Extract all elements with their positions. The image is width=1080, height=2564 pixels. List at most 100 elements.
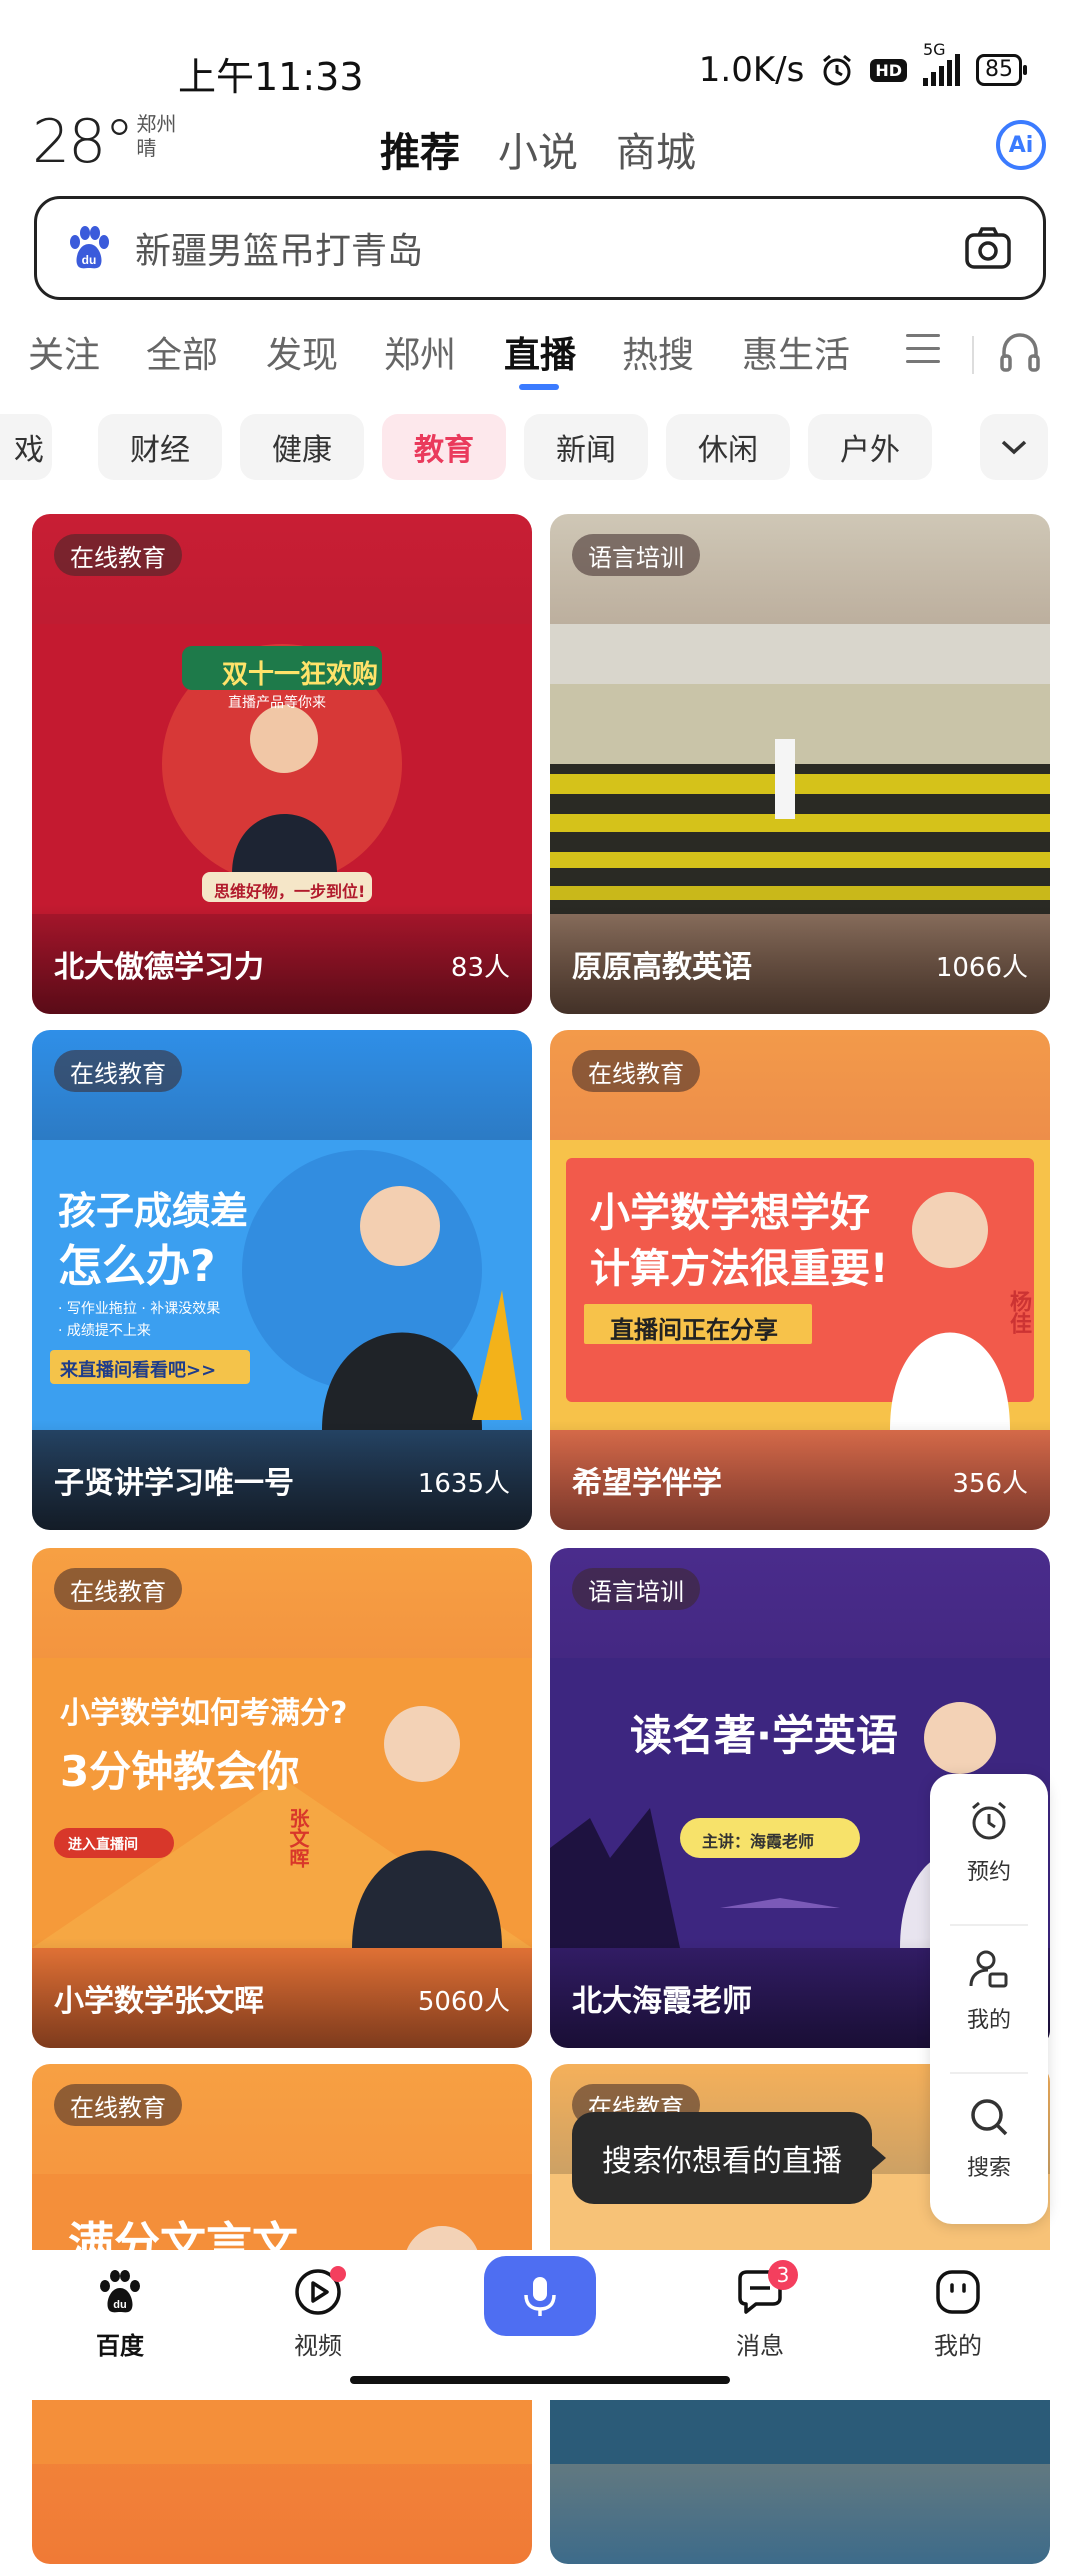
teacher-name: 张文晖 [286,1808,310,1868]
new-dot [330,2266,346,2282]
chip-education[interactable]: 教育 [382,414,506,480]
card-category-tag: 在线教育 [572,1050,700,1092]
search-input[interactable]: 新疆男篮吊打青岛 [135,222,963,274]
search-icon [971,2099,1008,2136]
channel-discover[interactable]: 发现 [266,326,338,378]
nav-home[interactable]: du 百度 [60,2266,180,2361]
profile-face-icon [936,2270,980,2314]
user-icon [969,1950,1008,1988]
poster-bullets-2: · 成绩提不上来 [58,1323,151,1339]
headphones-icon[interactable] [996,328,1044,376]
baidu-paw-icon: du [100,2270,140,2313]
poster-headline: 读名著·学英语 [630,1711,898,1760]
net-speed: 1.0K/s [698,50,805,90]
poster-headline: 小学数学如何考满分? [60,1696,348,1731]
chip-outdoor[interactable]: 户外 [808,414,932,480]
home-indicator[interactable] [350,2376,730,2384]
card-category-tag: 在线教育 [54,1568,182,1610]
chevron-down-icon [1001,440,1027,455]
my-live-button[interactable]: 我的 [930,1946,1048,2034]
network-type: 5G [923,40,946,59]
poster-subline: 怎么办? [58,1241,216,1292]
viewer-count: 1635人 [417,1469,510,1499]
floating-side-panel: 预约 我的 搜索 [930,1774,1048,2224]
nav-video[interactable]: 视频 [258,2266,378,2361]
card-title: 子贤讲学习唯一号 [54,1466,294,1501]
reserve-label: 预约 [966,1860,1011,1885]
live-card[interactable]: 小学数学如何考满分? 3分钟教会你 进入直播间 张文晖 在线教育 小学数学张文晖… [32,1548,532,2048]
message-badge: 3 [768,2260,798,2290]
nav-home-label: 百度 [96,2332,144,2360]
chip-finance[interactable]: 财经 [98,414,222,480]
channel-all[interactable]: 全部 [146,326,218,378]
card-category-tag: 在线教育 [54,534,182,576]
card-title: 小学数学张文晖 [54,1984,264,2019]
category-chips: 戏 财经 健康 教育 新闻 休闲 户外 [0,414,1080,482]
tab-mall[interactable]: 商城 [616,120,696,178]
card-category-tag: 语言培训 [572,1568,700,1610]
expand-chips-button[interactable] [980,414,1048,480]
card-title: 希望学伴学 [572,1466,722,1501]
card-category-tag: 在线教育 [54,1050,182,1092]
poster-subline: 3分钟教会你 [60,1747,300,1796]
voice-search-button[interactable] [484,2256,596,2336]
channel-zhengzhou[interactable]: 郑州 [384,326,456,378]
channel-hot[interactable]: 热搜 [622,326,694,378]
chip-health[interactable]: 健康 [240,414,364,480]
chip-leisure[interactable]: 休闲 [666,414,790,480]
ai-button[interactable]: Ai [996,120,1046,170]
menu-icon[interactable] [906,334,940,373]
teacher-name: 杨佳 [1006,1290,1031,1334]
poster-footer: 思维好物，一步到位! [214,882,366,901]
svg-text:du: du [113,2299,126,2311]
svg-text:du: du [82,253,97,267]
viewer-count: 83人 [450,953,510,983]
card-title: 原原高教英语 [572,950,752,985]
status-bar: 上午11:33 1.0K/s HD 5G 85 [0,0,1080,110]
nav-profile-label: 我的 [934,2332,982,2360]
status-icons: 1.0K/s HD 5G 85 [698,40,1027,90]
channel-tabs: 关注 全部 发现 郑州 直播 热搜 惠生活 [0,320,1080,390]
status-time: 上午11:33 [178,55,364,99]
search-tooltip[interactable]: 搜索你想看的直播 [572,2112,886,2204]
tab-novel[interactable]: 小说 [498,120,578,178]
nav-video-label: 视频 [294,2332,342,2360]
battery-icon: 85 [976,54,1027,86]
poster-bullets: · 写作业拖拉 · 补课没效果 [58,1301,221,1317]
card-category-tag: 语言培训 [572,534,700,576]
divider [950,2072,1028,2074]
weather-widget[interactable]: 28° 郑州 晴 [32,112,176,172]
card-poster: 双十一狂欢购 直播产品等你来 思维好物，一步到位! [32,624,532,914]
live-card[interactable]: 双十一狂欢购 直播产品等你来 思维好物，一步到位! 在线教育 北大傲德学习力 8… [32,514,532,1014]
camera-icon[interactable] [963,223,1013,273]
channel-live[interactable]: 直播 [504,326,576,378]
live-card[interactable]: 孩子成绩差 怎么办? · 写作业拖拉 · 补课没效果 · 成绩提不上来 来直播间… [32,1030,532,1530]
microphone-icon [524,2277,556,2316]
alarm-icon [972,1801,1006,1840]
channel-life[interactable]: 惠生活 [742,326,850,378]
poster-cta: 主讲：海霞老师 [702,1832,815,1851]
poster-headline: 小学数学想学好 [590,1190,870,1236]
card-category-tag: 在线教育 [54,2084,182,2126]
chip-partial[interactable]: 戏 [0,414,52,480]
card-poster: 小学数学想学好 计算方法很重要! 直播间正在分享 杨佳 [550,1140,1050,1430]
chip-news[interactable]: 新闻 [524,414,648,480]
tab-recommend[interactable]: 推荐 [380,120,460,178]
reserve-button[interactable]: 预约 [930,1798,1048,1886]
nav-messages[interactable]: 3 消息 [700,2260,820,2361]
hd-icon: HD [870,58,907,82]
poster-cta: 直播间正在分享 [610,1316,778,1344]
top-tabs: 推荐 小说 商城 [380,120,696,178]
live-card[interactable]: 语言培训 原原高教英语 1066人 [550,514,1050,1014]
poster-subline: 计算方法很重要! [590,1246,889,1292]
live-card[interactable]: 小学数学想学好 计算方法很重要! 直播间正在分享 杨佳 在线教育 希望学伴学 3… [550,1030,1050,1530]
divider [950,1924,1028,1926]
poster-subline: 直播产品等你来 [228,695,326,711]
search-live-button[interactable]: 搜索 [930,2094,1048,2182]
search-bar[interactable]: du 新疆男篮吊打青岛 [34,196,1046,300]
channel-follow[interactable]: 关注 [28,326,100,378]
card-title: 北大海霞老师 [572,1984,752,2019]
divider [972,336,974,374]
alarm-icon [823,54,852,86]
nav-profile[interactable]: 我的 [898,2266,1018,2361]
